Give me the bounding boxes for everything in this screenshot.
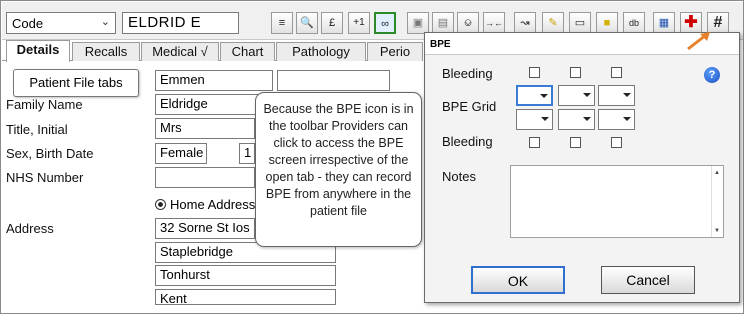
dropdown-arrow-icon [540, 94, 548, 98]
tab-details[interactable]: Details [6, 40, 70, 62]
birth-date-field[interactable]: 1 [239, 143, 255, 164]
first-name-field[interactable]: Emmen [155, 70, 273, 91]
db-icon[interactable]: db [623, 12, 645, 34]
document-icon[interactable]: ✎ [542, 12, 564, 34]
address-line-4[interactable]: Kent [155, 289, 336, 305]
patient-file-tabs-callout: Patient File tabs [13, 69, 139, 97]
address-line-1[interactable]: 32 Sorne St Ios [155, 218, 255, 239]
address-label: Address [6, 221, 54, 236]
family-name-label: Family Name [6, 97, 83, 112]
chevron-down-icon: ⌄ [100, 16, 110, 28]
bpe-grid-label: BPE Grid [442, 99, 497, 114]
address-line-3[interactable]: Tonhurst [155, 265, 336, 286]
probe-icon[interactable]: ↝ [514, 12, 536, 34]
tab-medical[interactable]: Medical √ [141, 42, 219, 61]
link-icon[interactable]: ∞ [374, 12, 396, 34]
bleeding-label-top: Bleeding [442, 66, 493, 81]
notes-scrollbar[interactable] [711, 166, 723, 237]
nhs-number-field[interactable] [155, 167, 255, 188]
scroll-down-icon[interactable]: ▼ [714, 228, 720, 234]
bleeding-checkbox-6[interactable] [611, 137, 622, 148]
bpe-grid-lower-1[interactable] [516, 109, 553, 130]
nhs-number-label: NHS Number [6, 170, 84, 185]
bpe-grid-upper-1[interactable] [516, 85, 553, 106]
trash-icon[interactable]: ⎉ [457, 12, 479, 34]
bpe-grid-upper-2[interactable] [558, 85, 595, 106]
ok-button[interactable]: OK [471, 266, 565, 294]
dropdown-arrow-icon [583, 117, 591, 121]
bpe-grid-upper-3[interactable] [598, 85, 635, 106]
code-select[interactable]: Code ⌄ [6, 12, 116, 34]
plus-one-button[interactable]: +1 [348, 12, 370, 34]
bleeding-checkbox-2[interactable] [570, 67, 581, 78]
sex-birth-label: Sex, Birth Date [6, 146, 94, 161]
extra-name-field[interactable] [277, 70, 390, 91]
split-icon[interactable]: →← [483, 12, 505, 34]
dropdown-arrow-icon [583, 93, 591, 97]
bpe-grid-lower-3[interactable] [598, 109, 635, 130]
tab-recalls[interactable]: Recalls [72, 42, 140, 61]
bpe-grid-lower-2[interactable] [558, 109, 595, 130]
print-icon[interactable]: ▤ [432, 12, 454, 34]
patient-name-field[interactable]: ELDRID E [122, 12, 239, 34]
dropdown-arrow-icon [623, 93, 631, 97]
bleeding-label-bottom: Bleeding [442, 134, 493, 149]
dropdown-arrow-icon [541, 117, 549, 121]
note-icon[interactable]: ■ [596, 12, 618, 34]
title-field[interactable]: Mrs [155, 118, 255, 139]
align-icon[interactable]: ≡ [271, 12, 293, 34]
notes-textarea[interactable]: ▲ ▼ [510, 165, 724, 238]
radio-selected-icon [155, 199, 166, 210]
scroll-up-icon[interactable]: ▲ [714, 170, 720, 176]
calendar-icon[interactable]: ▦ [653, 12, 675, 34]
sex-field[interactable]: Female [155, 143, 207, 164]
cancel-button[interactable]: Cancel [601, 266, 695, 294]
dropdown-arrow-icon [623, 117, 631, 121]
code-select-value: Code [12, 16, 44, 31]
bpe-explanation-callout: Because the BPE icon is in the toolbar P… [255, 92, 422, 247]
card-icon[interactable]: ▭ [569, 12, 591, 34]
search-icon[interactable]: 🔍 [296, 12, 318, 34]
tab-chart[interactable]: Chart [220, 42, 275, 61]
home-address-radio[interactable]: Home Address [155, 197, 255, 212]
bleeding-checkbox-1[interactable] [529, 67, 540, 78]
notes-label: Notes [442, 169, 476, 184]
home-address-label: Home Address [170, 197, 256, 212]
help-icon[interactable]: ? [704, 67, 720, 83]
pointer-arrow-icon [687, 32, 710, 51]
pound-icon[interactable]: £ [321, 12, 343, 34]
bleeding-checkbox-4[interactable] [529, 137, 540, 148]
bleeding-checkbox-3[interactable] [611, 67, 622, 78]
title-label: Title, Initial [6, 122, 68, 137]
bpe-dialog: BPE ? Bleeding BPE Grid Bleeding Notes ▲… [424, 32, 740, 303]
tab-perio[interactable]: Perio [367, 42, 423, 61]
save-icon[interactable]: ▣ [407, 12, 429, 34]
screenshot-frame: Code ⌄ ELDRID E ≡ 🔍 £ +1 ∞ ▣ ▤ ⎉ →← ↝ ✎ … [0, 0, 744, 314]
patient-file-tabs: Details Recalls Medical √ Chart Patholog… [2, 40, 423, 62]
bleeding-checkbox-5[interactable] [570, 137, 581, 148]
tab-pathology[interactable]: Pathology [276, 42, 366, 61]
